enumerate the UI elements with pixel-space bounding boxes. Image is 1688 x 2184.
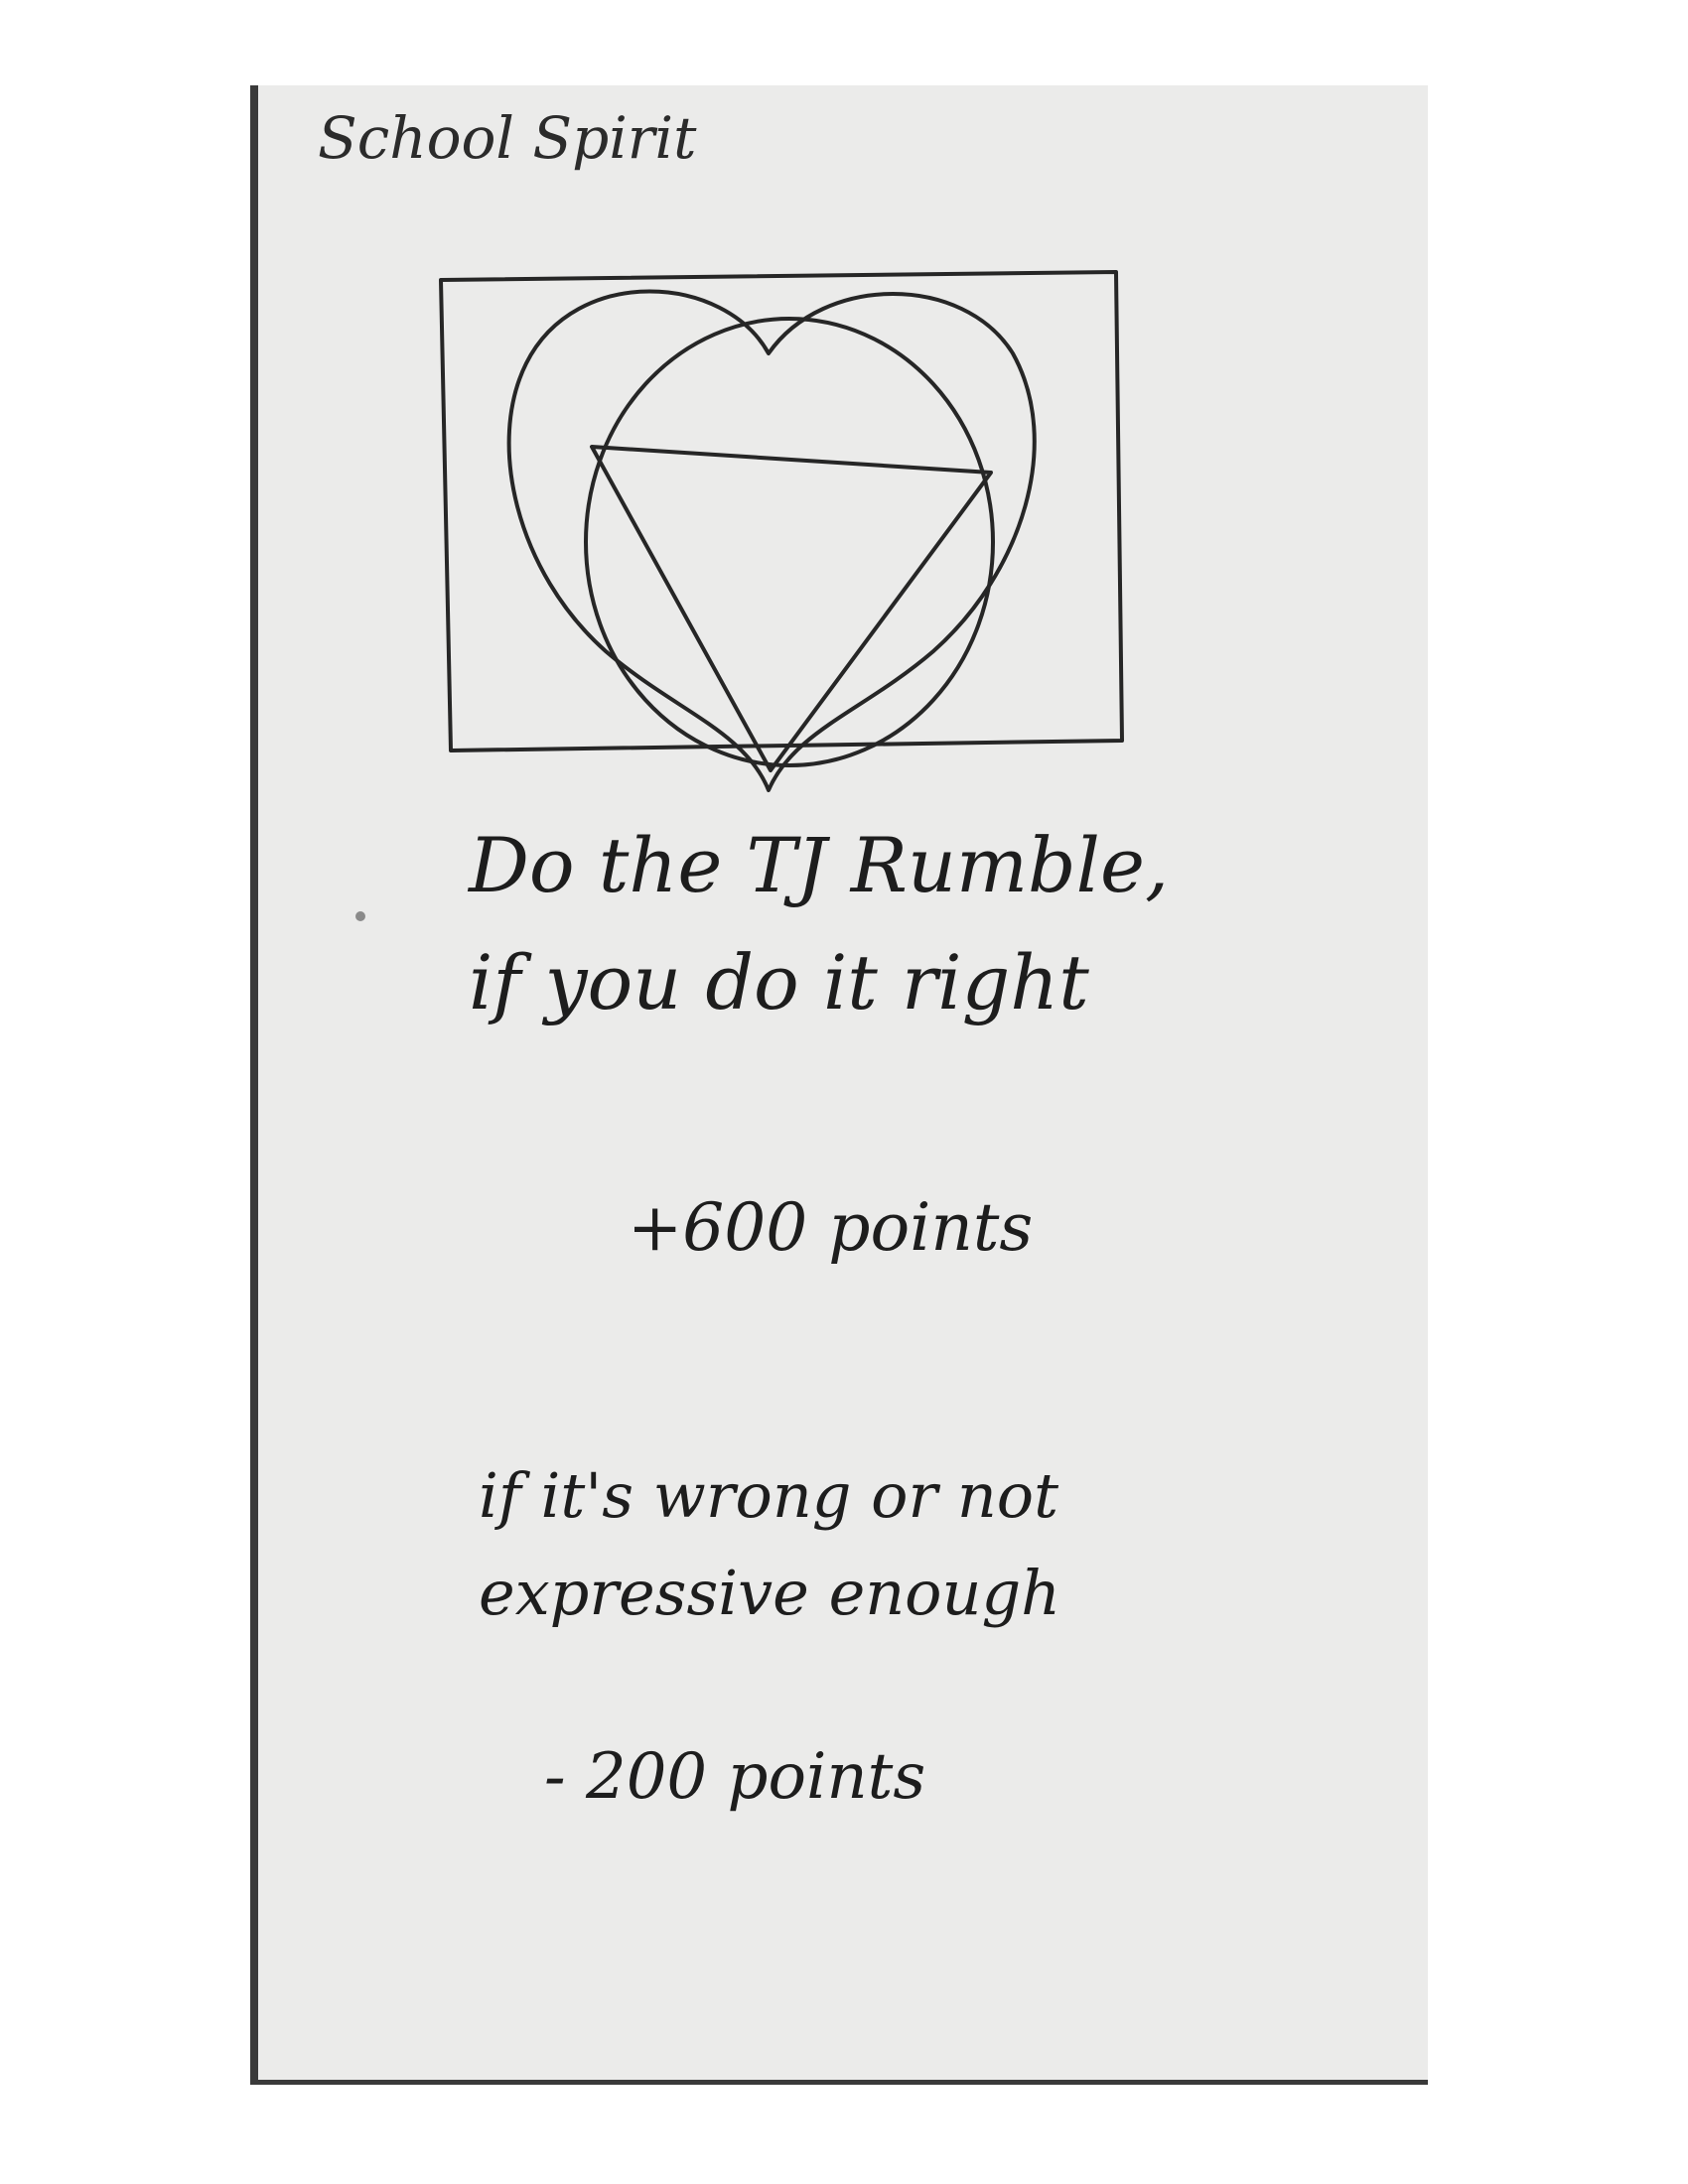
inverted-triangle xyxy=(590,445,993,772)
task-line-2: if you do it right xyxy=(469,938,1089,1026)
penalty-line-2: expressive enough xyxy=(479,1557,1061,1629)
ink-dot xyxy=(355,911,365,921)
page: School Spirit Do the TJ Rumble, if you d… xyxy=(0,0,1688,2184)
index-card: School Spirit Do the TJ Rumble, if you d… xyxy=(250,85,1428,2085)
reward-points: +600 points xyxy=(628,1189,1034,1266)
inner-circle xyxy=(584,317,995,767)
frame-rect xyxy=(439,270,1124,752)
penalty-points: - 200 points xyxy=(544,1740,926,1814)
card-title: School Spirit xyxy=(318,104,697,172)
penalty-line-1: if it's wrong or not xyxy=(479,1459,1059,1532)
heart-triangle-drawing-icon xyxy=(439,270,1124,792)
task-line-1: Do the TJ Rumble, xyxy=(469,821,1170,909)
